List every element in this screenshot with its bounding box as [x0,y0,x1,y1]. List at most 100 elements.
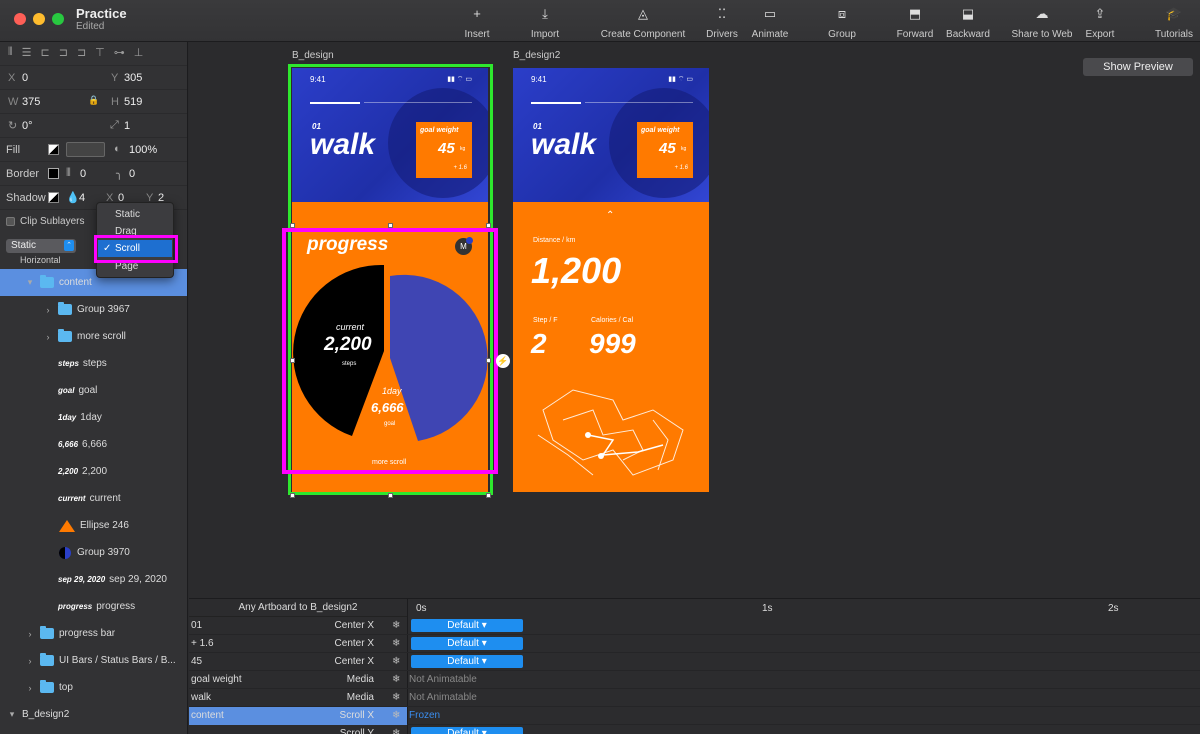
layer-row[interactable]: › Group 3967 [0,296,187,323]
layer-row[interactable]: sep 29, 2020 sep 29, 2020 [0,566,187,593]
freeze-icon[interactable]: ❄ [392,728,400,734]
height-field[interactable]: 519 [124,96,142,108]
toolbar-backward-button[interactable]: ⬓ Backward [946,6,990,40]
disclosure-chevron-icon[interactable]: › [42,305,54,315]
radius-field[interactable]: 0 [129,168,135,180]
menu-item-static[interactable]: Static [115,209,140,220]
disclosure-chevron-icon[interactable]: › [42,332,54,342]
tick-2s: 2s [1108,603,1119,614]
align-middle-icon[interactable]: ⊶ [114,46,125,59]
freeze-icon[interactable]: ❄ [392,710,400,721]
timeline-row[interactable]: 45 Center X ❄ Default ▾ [189,653,1200,671]
fill-toggle-icon[interactable] [48,144,59,155]
align-right-icon[interactable]: ⊐ [77,46,86,59]
freeze-icon[interactable]: ❄ [392,620,400,631]
freeze-icon[interactable]: ❄ [392,638,400,649]
toolbar-forward-button[interactable]: ⬒ Forward [897,6,934,40]
freeze-icon[interactable]: ❄ [392,656,400,667]
x-field[interactable]: 0 [22,72,28,84]
disclosure-chevron-icon[interactable]: › [24,629,36,639]
distribute-horizontal-icon[interactable]: ⫴ [8,46,13,59]
route-start-point [585,432,591,438]
toolbar-drivers-button[interactable]: ⁚⁚ Drivers [706,6,738,40]
align-center-icon[interactable]: ⊐ [59,46,68,59]
align-bottom-icon[interactable]: ⊥ [134,46,144,59]
toolbar-group-button[interactable]: ⧈ Group [828,6,856,40]
toolbar-create-component-button[interactable]: ◬ Create Component [601,6,686,40]
disclosure-chevron-icon[interactable]: › [24,656,36,666]
toolbar-insert-button[interactable]: + Insert [464,6,489,40]
toolbar-animate-button[interactable]: ▭ Animate [752,6,789,40]
scroll-type-select[interactable]: Static ⌃ [6,239,76,253]
lock-icon[interactable]: 🔒 [88,95,99,106]
design-canvas[interactable]: Show Preview B_design 9:41 ▮▮ ⌔ ▭ 01 wal… [189,42,1200,598]
width-field[interactable]: 375 [22,96,40,108]
layer-row[interactable]: 6,666 6,666 [0,431,187,458]
link-connector-icon[interactable]: ⚡ [496,354,510,368]
timeline-row[interactable]: + 1.6 Center X ❄ Default ▾ [189,635,1200,653]
timeline-row[interactable]: walk Media ❄ Not Animatable [189,689,1200,707]
artboard-label-b-design[interactable]: B_design [292,50,334,61]
layer-row[interactable]: progress progress [0,593,187,620]
corner-radius-icon: ╮ [116,168,123,180]
zoom-window-button[interactable] [52,13,64,25]
opacity-field[interactable]: 100% [129,144,157,156]
close-window-button[interactable] [14,13,26,25]
shadow-blur-field[interactable]: 4 [79,192,85,204]
freeze-icon[interactable]: ❄ [392,674,400,685]
resize-handle[interactable] [290,493,295,498]
layer-row[interactable]: 1day 1day [0,404,187,431]
resize-handle[interactable] [486,493,491,498]
y-field[interactable]: 305 [124,72,142,84]
easing-curve-button[interactable]: Default ▾ [411,637,523,650]
freeze-icon[interactable]: ❄ [392,692,400,703]
easing-curve-button[interactable]: Default ▾ [411,655,523,668]
border-color-icon[interactable] [48,168,59,179]
layer-row[interactable]: ▾ B_design2 [0,701,187,728]
timeline-row[interactable]: goal weight Media ❄ Not Animatable [189,671,1200,689]
show-preview-button[interactable]: Show Preview [1083,58,1193,76]
toolbar-export-button[interactable]: ⇪ Export [1086,6,1115,40]
layer-row[interactable]: › more scroll [0,323,187,350]
timeline-row[interactable]: 01 Center X ❄ Default ▾ [189,617,1200,635]
timeline-row[interactable]: content Scroll X ❄ Frozen [189,707,1200,725]
minimize-window-button[interactable] [33,13,45,25]
border-width-field[interactable]: 0 [80,168,86,180]
disclosure-chevron-icon[interactable]: › [24,683,36,693]
toolbar-share-to-web-button[interactable]: ☁ Share to Web [1012,6,1073,40]
layer-row[interactable]: steps steps [0,350,187,377]
resize-handle[interactable] [388,493,393,498]
layer-row[interactable]: goal goal [0,377,187,404]
align-left-icon[interactable]: ⊏ [41,46,50,59]
layer-row[interactable]: Group 3970 [0,539,187,566]
distribute-vertical-icon[interactable]: ☰ [22,46,32,59]
resize-handle[interactable] [486,223,491,228]
easing-curve-button[interactable]: Default ▾ [411,619,523,632]
toolbar-tutorials-button[interactable]: 🎓 Tutorials [1155,6,1193,40]
transition-header[interactable]: Any Artboard to B_design2 [189,599,407,617]
toolbar-create-component-label: Create Component [600,29,686,40]
layer-row[interactable]: › top [0,674,187,701]
artboard-b-design2[interactable]: 9:41 ▮▮ ⌔ ▭ 01 walk goal weight 45 kg + … [513,68,709,492]
layer-row[interactable]: Ellipse 246 [0,512,187,539]
layer-row[interactable]: 2,200 2,200 [0,458,187,485]
layer-row[interactable]: › UI Bars / Status Bars / B... [0,647,187,674]
resize-handle[interactable] [290,223,295,228]
timeline-row[interactable]: Scroll Y ❄ Default ▾ [189,725,1200,734]
resize-handle[interactable] [486,358,491,363]
disclosure-chevron-icon[interactable]: ▾ [6,709,18,720]
toolbar-import-button[interactable]: ⤓ Import [531,6,559,40]
resize-handle[interactable] [290,358,295,363]
layer-row[interactable]: › progress bar [0,620,187,647]
scale-field[interactable]: 1 [124,120,130,132]
layer-row[interactable]: current current [0,485,187,512]
disclosure-chevron-icon[interactable]: ▾ [24,277,36,288]
clip-checkbox[interactable] [6,217,15,226]
shadow-toggle-icon[interactable] [48,192,59,203]
fill-color-well[interactable] [66,142,105,157]
rotation-field[interactable]: 0° [22,120,33,132]
artboard-label-b-design2[interactable]: B_design2 [513,50,560,61]
align-top-icon[interactable]: ⊤ [95,46,105,59]
resize-handle[interactable] [388,223,393,228]
easing-curve-button[interactable]: Default ▾ [411,727,523,734]
